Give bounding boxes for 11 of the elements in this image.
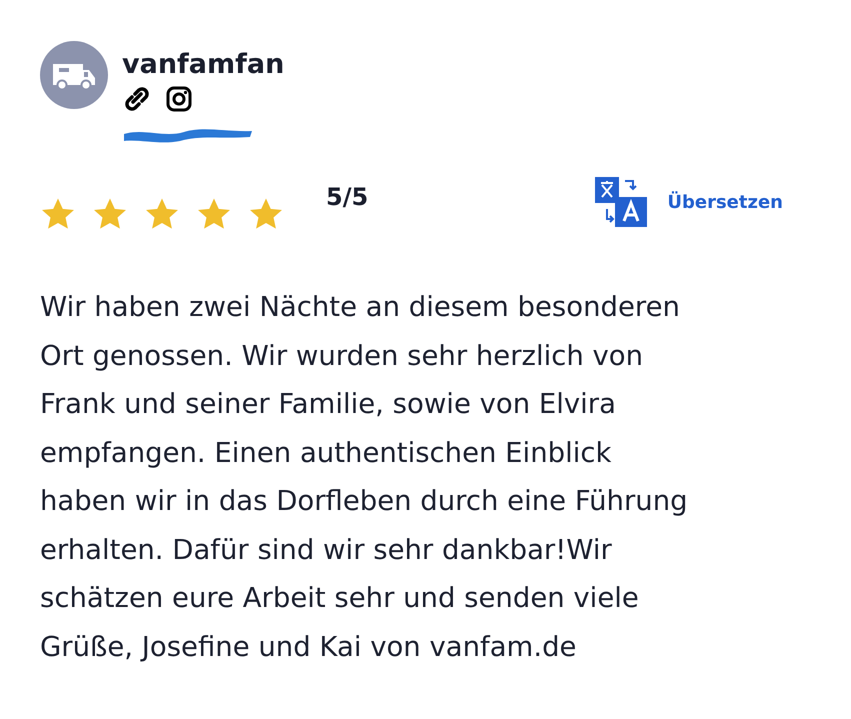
star-icon <box>92 197 128 231</box>
review-text: Wir haben zwei Nächte an diesem besonderen Ort genossen. Wir wurden sehr herzlich von Frank und seiner Familie, sowie von Elvira empfangen. Einen authentischen Einblick haben wir in das Dorfleben durch eine Führung erhalten. Dafür sind wir sehr dankbar!Wir schätzen eure Arbeit sehr und senden viele Grüße, Josefine und Kai von vanfam.de <box>40 290 689 664</box>
star-icon <box>144 197 180 231</box>
instagram-icon[interactable] <box>166 86 192 112</box>
star-icon <box>40 197 76 231</box>
translate-icon <box>595 177 650 227</box>
star-icon <box>248 197 284 231</box>
rating-score: 5/5 <box>326 183 368 211</box>
username: vanfamfan <box>122 49 284 81</box>
translate-link[interactable]: Übersetzen <box>595 177 783 227</box>
star-icon <box>196 197 232 231</box>
